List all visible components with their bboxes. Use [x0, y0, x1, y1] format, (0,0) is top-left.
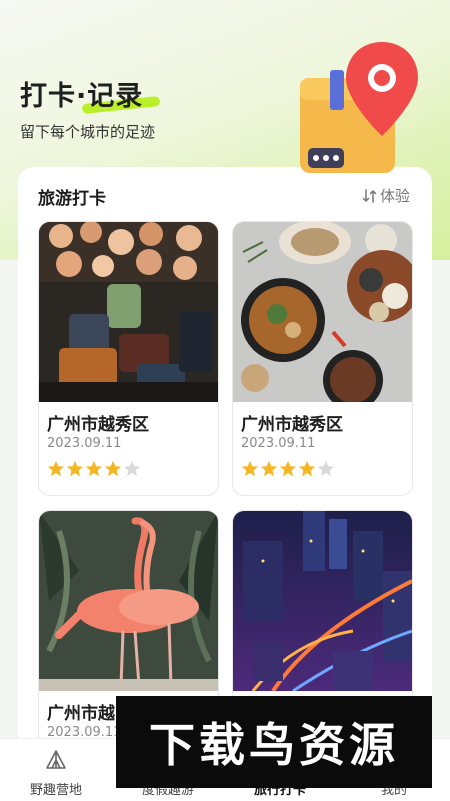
star-filled-icon — [66, 460, 84, 477]
star-rating — [47, 460, 141, 478]
card-date: 2023.09.11 — [47, 436, 122, 451]
travel-checkin-panel: 旅游打卡 体验 广州市越秀区 2023.09.11 广州市越秀区 2023.09… — [18, 167, 432, 785]
star-filled-icon — [260, 460, 278, 477]
tab-camp[interactable]: 野趣营地 — [0, 739, 112, 801]
star-filled-icon — [298, 460, 316, 477]
tab-label: 野趣营地 — [29, 783, 82, 798]
card-place: 广州市越秀区 — [241, 415, 343, 435]
star-filled-icon — [47, 460, 65, 477]
market-lamps-photo — [39, 222, 218, 402]
checkin-card[interactable]: 广州市越秀区 2023.09.11 — [232, 221, 413, 496]
card-place: 广州市越 — [47, 704, 115, 724]
city-night-photo — [233, 511, 412, 691]
experience-link-label: 体验 — [379, 187, 410, 205]
watermark-text: 下载鸟资源 — [149, 718, 399, 772]
section-title: 旅游打卡 — [38, 189, 106, 209]
card-date: 2023.09.11 — [241, 436, 316, 451]
star-empty-icon — [317, 460, 335, 477]
experience-link[interactable]: 体验 — [362, 185, 410, 206]
star-empty-icon — [123, 460, 141, 477]
sort-icon — [362, 188, 377, 203]
star-rating — [241, 460, 335, 478]
star-filled-icon — [279, 460, 297, 477]
page-title: 打卡·记录 — [20, 81, 144, 112]
star-filled-icon — [241, 460, 259, 477]
card-place: 广州市越秀区 — [47, 415, 149, 435]
flamingo-photo — [39, 511, 218, 691]
map-pin-box-illustration — [300, 42, 418, 173]
food-platter-photo — [233, 222, 412, 402]
star-filled-icon — [85, 460, 103, 477]
page-subtitle: 留下每个城市的足迹 — [20, 123, 156, 141]
tent-icon — [46, 750, 66, 769]
star-filled-icon — [104, 460, 122, 477]
watermark-overlay: 下载鸟资源 — [116, 696, 432, 788]
checkin-card[interactable]: 广州市越秀区 2023.09.11 — [38, 221, 219, 496]
